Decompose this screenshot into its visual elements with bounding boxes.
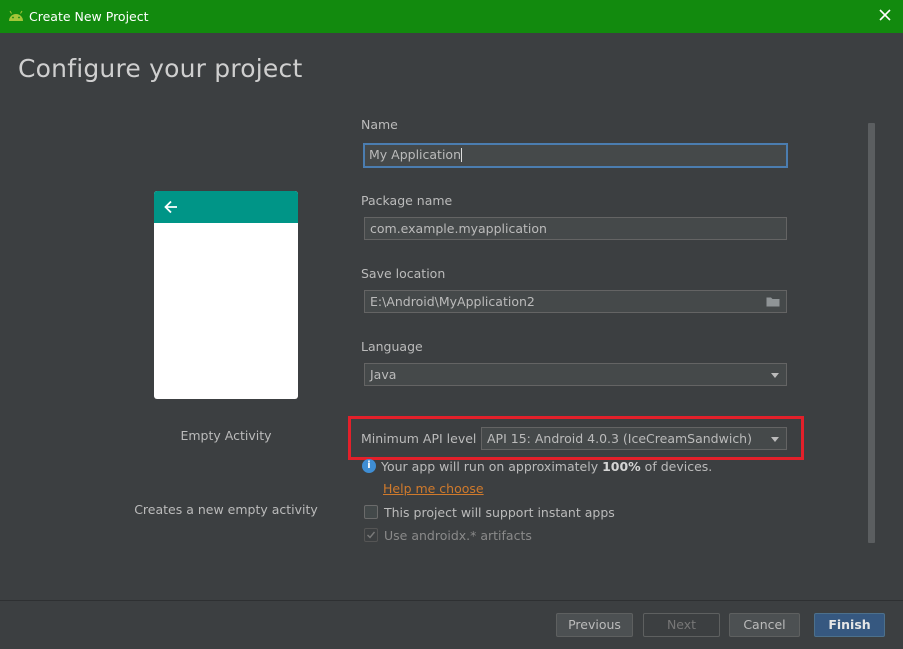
name-label: Name: [361, 117, 398, 132]
save-location-value: E:\Android\MyApplication2: [370, 294, 535, 309]
name-field[interactable]: My Application: [363, 143, 788, 168]
package-label: Package name: [361, 193, 453, 208]
checkmark-icon: [367, 531, 376, 539]
next-button[interactable]: Next: [643, 613, 720, 637]
coverage-percent: 100%: [602, 459, 641, 474]
language-dropdown[interactable]: Java: [364, 363, 787, 386]
activity-description: Creates a new empty activity: [134, 502, 318, 517]
androidx-checkbox[interactable]: [364, 528, 378, 542]
save-location-label: Save location: [361, 266, 446, 281]
instant-apps-label[interactable]: This project will support instant apps: [384, 505, 615, 520]
package-field[interactable]: com.example.myapplication: [364, 217, 787, 240]
name-value: My Application: [369, 147, 461, 162]
android-icon: [9, 10, 23, 21]
finish-button[interactable]: Finish: [814, 613, 885, 637]
title-bar: Create New Project: [0, 0, 903, 33]
preview-toolbar: [154, 191, 298, 223]
language-label: Language: [361, 339, 423, 354]
device-coverage-text: Your app will run on approximately 100% …: [381, 459, 712, 474]
androidx-label: Use androidx.* artifacts: [384, 528, 532, 543]
page-title: Configure your project: [18, 54, 303, 83]
folder-icon[interactable]: [766, 296, 780, 307]
content-area: Configure your project Empty Activity Cr…: [0, 33, 903, 600]
scrollbar[interactable]: [868, 123, 875, 543]
min-api-value: API 15: Android 4.0.3 (IceCreamSandwich): [487, 431, 752, 446]
coverage-prefix: Your app will run on approximately: [381, 459, 603, 474]
window-title: Create New Project: [29, 9, 149, 24]
save-location-field[interactable]: E:\Android\MyApplication2: [364, 290, 787, 313]
back-arrow-icon: [164, 200, 177, 214]
close-icon[interactable]: [878, 8, 892, 22]
previous-button[interactable]: Previous: [556, 613, 633, 637]
cancel-button[interactable]: Cancel: [729, 613, 800, 637]
coverage-suffix: of devices.: [640, 459, 713, 474]
chevron-down-icon: [771, 373, 779, 378]
chevron-down-icon: [771, 437, 779, 442]
info-icon: i: [362, 459, 376, 473]
min-api-dropdown[interactable]: API 15: Android 4.0.3 (IceCreamSandwich): [481, 427, 787, 450]
dialog-footer: Previous Next Cancel Finish: [0, 600, 903, 649]
min-api-label: Minimum API level: [361, 431, 477, 446]
instant-apps-checkbox[interactable]: [364, 505, 378, 519]
language-value: Java: [370, 367, 397, 382]
activity-name: Empty Activity: [180, 428, 272, 443]
activity-preview: [154, 191, 298, 399]
package-value: com.example.myapplication: [370, 221, 547, 236]
help-me-choose-link[interactable]: Help me choose: [383, 481, 484, 496]
text-caret: [461, 148, 462, 162]
